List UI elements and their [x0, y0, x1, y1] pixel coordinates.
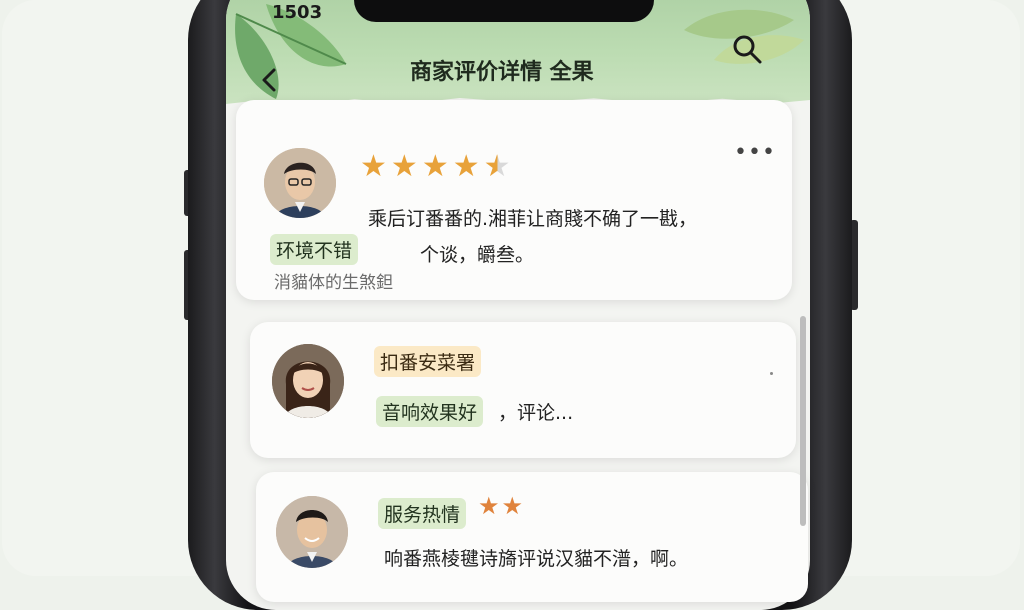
review-tag: 服务热情 — [378, 498, 467, 529]
star-icon: ★ — [501, 492, 524, 520]
back-button[interactable] — [256, 64, 284, 96]
avatar — [264, 148, 336, 218]
review-text-line1: 乘后订番番的.湘菲让商賤不确了一戡， — [368, 208, 698, 230]
star-icon: ★ — [452, 149, 480, 184]
review-text-line2: 个谈，皭叁。 — [420, 244, 535, 266]
review-text: ，评论... — [498, 402, 574, 424]
search-button[interactable] — [730, 32, 764, 66]
star-icon: ★ — [478, 492, 500, 520]
status-time: 1503 — [272, 2, 323, 23]
scrollbar[interactable] — [800, 316, 806, 526]
star-icon: ★ — [390, 149, 418, 184]
reviewer-photo — [272, 344, 344, 418]
review-subtext: 消貓体的生煞鉭 — [274, 273, 393, 293]
review-tag: 环境不错 — [270, 234, 359, 265]
avatar — [272, 344, 344, 418]
avatar — [276, 496, 348, 568]
more-options-button[interactable]: ••• — [734, 140, 776, 165]
reviewer-photo — [276, 496, 348, 568]
star-icon: ★ — [360, 149, 387, 184]
star-icon: ★ — [421, 149, 449, 184]
page-title: 商家评价详情 全果 — [410, 60, 594, 85]
half-star-icon: ★ — [483, 149, 511, 184]
star-rating: ★ ★ ★ ★ ★ — [360, 152, 511, 182]
chevron-left-icon — [262, 68, 276, 92]
search-icon — [733, 35, 762, 64]
phone-notch — [354, 0, 654, 22]
review-tag: 音响效果好 — [376, 396, 484, 427]
review-tag: 扣番安菜署 — [374, 346, 482, 377]
reviewer-photo — [264, 148, 336, 218]
star-rating: ★ ★ — [478, 494, 523, 518]
review-text: 响番燕棱毽诗旖评说汉貓不潽，啊。 — [384, 548, 689, 570]
decorative-dot — [770, 372, 773, 375]
